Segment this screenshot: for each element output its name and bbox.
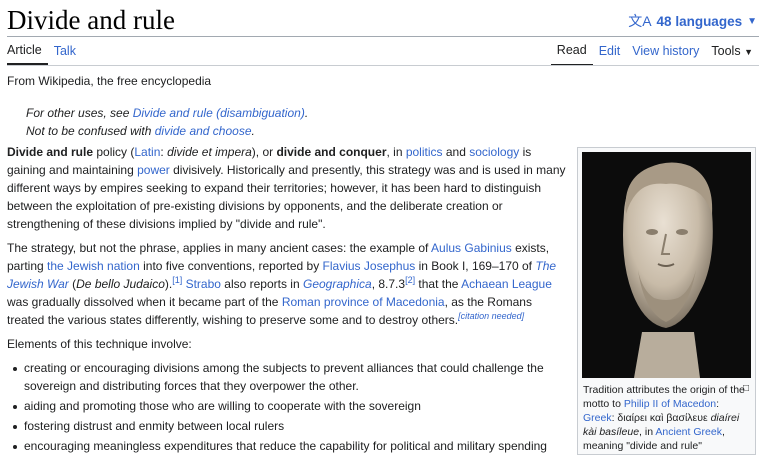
philip-link[interactable]: Philip II of Macedon [624,398,716,410]
divide-and-choose-link[interactable]: divide and choose [155,124,252,138]
text: that the [415,277,462,291]
tabs-divider [7,65,759,66]
site-tagline: From Wikipedia, the free encyclopedia [7,74,212,88]
caption-text: : διαίρει καὶ βασίλευε [611,412,711,424]
infobox-figure: □ Tradition attributes the origin of the… [577,147,756,455]
list-item: creating or encouraging divisions among … [13,359,567,395]
hatnote-punct: . [304,106,309,120]
josephus-link[interactable]: Flavius Josephus [323,259,416,273]
reference-2[interactable]: [2] [405,275,415,285]
bust-image[interactable] [582,152,751,378]
text: also reports in [220,277,303,291]
text: was gradually dissolved when it became p… [7,295,282,309]
list-item: aiding and promoting those who are willi… [13,397,567,415]
text: The strategy, but not the phrase, applie… [7,241,432,255]
text: into five conventions, reported by [139,259,323,273]
list-item: encouraging meaningless expenditures tha… [13,437,567,455]
tab-article[interactable]: Article [7,37,48,65]
language-count: 48 languages [656,13,743,29]
hatnote: For other uses, see Divide and rule (dis… [26,104,308,140]
reference-1[interactable]: [1] [172,275,182,285]
tools-menu[interactable]: Tools ▼ [705,37,759,66]
ancient-greek-link[interactable]: Ancient Greek [655,426,722,438]
tab-talk[interactable]: Talk [48,37,82,65]
translate-icon: 文A [628,13,652,29]
paragraph-elements: Elements of this technique involve: [7,337,192,351]
caption-text: , in [639,426,656,438]
hatnote-punct: . [251,124,255,138]
greek-link[interactable]: Greek [583,412,612,424]
language-selector[interactable]: 文A 48 languages ▼ [628,11,757,31]
technique-list: creating or encouraging divisions among … [7,359,567,455]
text: in Book I, 169–170 of [415,259,536,273]
chevron-down-icon: ▼ [744,47,753,57]
sociology-link[interactable]: sociology [469,145,519,159]
text: , in [386,145,406,159]
tab-view-history[interactable]: View history [626,37,705,66]
jewish-nation-link[interactable]: the Jewish nation [47,259,140,273]
text: , 8.7.3 [371,277,406,291]
latin-phrase: divide et impera [167,145,252,159]
article-body: Divide and rule policy (Latin: divide et… [7,143,567,457]
bold-term: divide and conquer [276,145,387,159]
power-link[interactable]: power [137,163,170,177]
macedonia-link[interactable]: Roman province of Macedonia [282,295,445,309]
hatnote-text: For other uses, see [26,106,133,120]
aulus-gabinius-link[interactable]: Aulus Gabinius [431,241,512,255]
figure-caption: Tradition attributes the origin of the m… [583,383,751,453]
chevron-down-icon: ▼ [747,15,757,27]
paragraph-intro: Divide and rule policy (Latin: divide et… [7,143,567,233]
text: policy ( [93,145,135,159]
page-tabs: Article Talk Read Edit View history Tool… [7,37,759,66]
text: ), or [251,145,277,159]
strabo-link[interactable]: Strabo [186,277,221,291]
disambiguation-link[interactable]: Divide and rule (disambiguation) [133,106,305,120]
latin-title: De bello Judaico [76,277,165,291]
geographica-link[interactable]: Geographica [303,277,372,291]
tab-read[interactable]: Read [550,37,593,66]
politics-link[interactable]: politics [406,145,443,159]
citation-needed-link[interactable]: [citation needed] [458,311,524,321]
text: and [442,145,470,159]
tab-edit[interactable]: Edit [593,37,627,66]
page-title: Divide and rule [7,5,175,35]
tools-label: Tools [711,44,741,58]
paragraph-history: The strategy, but not the phrase, applie… [7,239,567,329]
bold-term: Divide and rule [7,145,94,159]
list-item: fostering distrust and enmity between lo… [13,417,567,435]
hatnote-text: Not to be confused with [26,124,155,138]
achaean-league-link[interactable]: Achaean League [461,277,552,291]
latin-link[interactable]: Latin [134,145,160,159]
caption-text: : [716,398,719,410]
